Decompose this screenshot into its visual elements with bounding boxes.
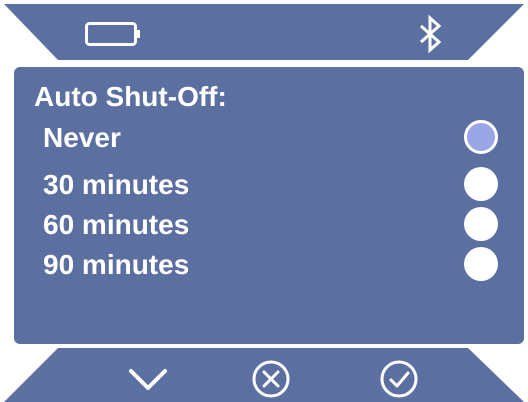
cancel-circle-icon[interactable]	[249, 357, 293, 401]
option-label: Never	[43, 122, 121, 153]
status-bar	[4, 4, 524, 60]
page-title: Auto Shut-Off:	[34, 81, 227, 112]
option-label: 30 minutes	[43, 169, 190, 200]
option-60-minutes[interactable]: 60 minutes	[43, 207, 513, 247]
option-label: 60 minutes	[43, 209, 190, 240]
option-never[interactable]: Never	[43, 120, 513, 160]
battery-icon	[85, 22, 140, 46]
radio-button[interactable]	[464, 167, 498, 201]
option-30-minutes[interactable]: 30 minutes	[43, 167, 513, 207]
device-screen: Auto Shut-Off: Never 30 minutes 60 minut…	[0, 0, 528, 402]
option-90-minutes[interactable]: 90 minutes	[43, 247, 513, 287]
option-label: 90 minutes	[43, 249, 190, 280]
radio-button-selected[interactable]	[464, 120, 498, 154]
settings-panel: Auto Shut-Off: Never 30 minutes 60 minut…	[14, 67, 524, 344]
chevron-down-icon[interactable]	[126, 357, 170, 401]
check-circle-icon[interactable]	[377, 357, 421, 401]
bluetooth-icon	[420, 14, 442, 54]
radio-button[interactable]	[464, 247, 498, 281]
radio-button[interactable]	[464, 207, 498, 241]
